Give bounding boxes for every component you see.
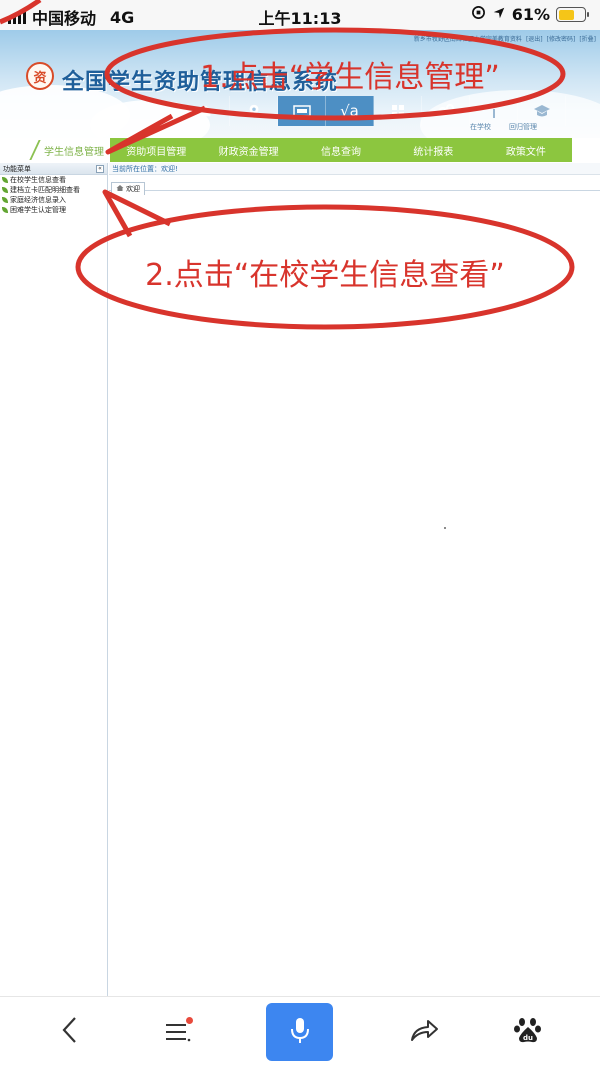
logout-link[interactable]: [退出] [526, 34, 543, 43]
menu-item-label: 在校学生信息查看 [10, 176, 66, 184]
home-tab-icon [116, 184, 124, 194]
tab-welcome[interactable]: 欢迎 [111, 182, 145, 195]
back-button[interactable] [40, 1005, 100, 1059]
browser-toolbar: du [0, 996, 600, 1066]
collapse-link[interactable]: [折叠] [579, 34, 596, 43]
menu-end-spacer [572, 138, 600, 162]
menu-item-student-info-view[interactable]: 在校学生信息查看 [0, 175, 107, 185]
gear-icon[interactable] [422, 96, 470, 126]
leaf-icon [2, 207, 8, 213]
voice-search-button[interactable] [266, 1003, 333, 1061]
battery-percent: 61% [511, 5, 550, 24]
change-password-link[interactable]: [修改密码] [547, 34, 576, 43]
tab-row: 欢迎 [109, 175, 600, 195]
menu-item-label: 困难学生认定管理 [10, 206, 66, 214]
leaf-icon [2, 177, 8, 183]
stray-dot [444, 527, 446, 529]
menu-finance-fund-management[interactable]: 财政资金管理 [202, 138, 294, 162]
annotation-step-2: 2.点击“在校学生信息查看” [145, 258, 505, 293]
status-bar: 中国移动 4G 上午11:13 61% [0, 0, 600, 30]
menu-active-label: 学生信息管理 [44, 146, 104, 158]
baidu-icon: du [513, 1015, 543, 1049]
current-user: 新乡市牧野区南辉社区小学完美教育资料 [413, 36, 522, 43]
main-menu-bar: 学生信息管理 资助项目管理 财政资金管理 信息查询 统计报表 政策文件 [0, 138, 600, 162]
baidu-button[interactable]: du [498, 1005, 558, 1059]
site-logo: 资 [26, 62, 54, 90]
mic-icon [289, 1015, 311, 1049]
menu-item-label: 建档立卡匹配明细查看 [10, 186, 80, 194]
battery-icon [556, 7, 589, 22]
breadcrumb: 当前所在位置：欢迎! [109, 163, 600, 175]
nav-labels: 在学校 回归管理 [470, 122, 537, 132]
share-button[interactable] [394, 1005, 454, 1059]
menu-statistics-report[interactable]: 统计报表 [387, 138, 479, 162]
menu-policy-documents[interactable]: 政策文件 [480, 138, 572, 162]
function-menu-header: 功能菜单 « [0, 163, 107, 175]
menu-item-family-economic-entry[interactable]: 家庭经济信息录入 [0, 195, 107, 205]
menu-student-info-management[interactable]: 学生信息管理 [0, 138, 110, 162]
menu-info-query[interactable]: 信息查询 [295, 138, 387, 162]
sqrt-icon[interactable]: √a [326, 96, 374, 126]
menu-slash-decoration [29, 140, 41, 160]
menu-items: 资助项目管理 财政资金管理 信息查询 统计报表 政策文件 [110, 138, 572, 162]
back-icon [59, 1015, 81, 1049]
notification-dot [186, 1017, 193, 1024]
tab-welcome-label: 欢迎 [126, 185, 140, 193]
top-user-info: 新乡市牧野区南辉社区小学完美教育资料 [退出] [修改密码] [折叠] [414, 34, 596, 43]
nav-label-1: 回归管理 [509, 123, 537, 131]
menu-item-label: 家庭经济信息录入 [10, 196, 66, 204]
function-menu-title: 功能菜单 [3, 165, 31, 173]
nav-label-0: 在学校 [470, 123, 491, 131]
menu-item-poverty-match-detail[interactable]: 建档立卡匹配明细查看 [0, 185, 107, 195]
logo-glyph: 资 [33, 70, 47, 86]
status-right: 61% [471, 5, 589, 24]
menu-aid-project-management[interactable]: 资助项目管理 [110, 138, 202, 162]
grid-icon[interactable] [374, 96, 422, 126]
leaf-icon [2, 187, 8, 193]
leaf-icon [2, 197, 8, 203]
location-arrow-icon [492, 5, 506, 24]
menu-icon [164, 1017, 193, 1044]
collapse-panel-button[interactable]: « [96, 165, 104, 173]
home-icon[interactable] [182, 96, 230, 126]
annotation-step-1: 1.点击“学生信息管理” [200, 60, 500, 95]
svg-text:du: du [523, 1034, 533, 1042]
location-icon[interactable] [230, 96, 278, 126]
menu-item-needy-student-identification[interactable]: 困难学生认定管理 [0, 205, 107, 215]
card-icon[interactable] [278, 96, 326, 126]
menu-button[interactable] [148, 1005, 208, 1059]
share-icon [408, 1016, 440, 1048]
rotation-lock-icon [471, 5, 486, 24]
